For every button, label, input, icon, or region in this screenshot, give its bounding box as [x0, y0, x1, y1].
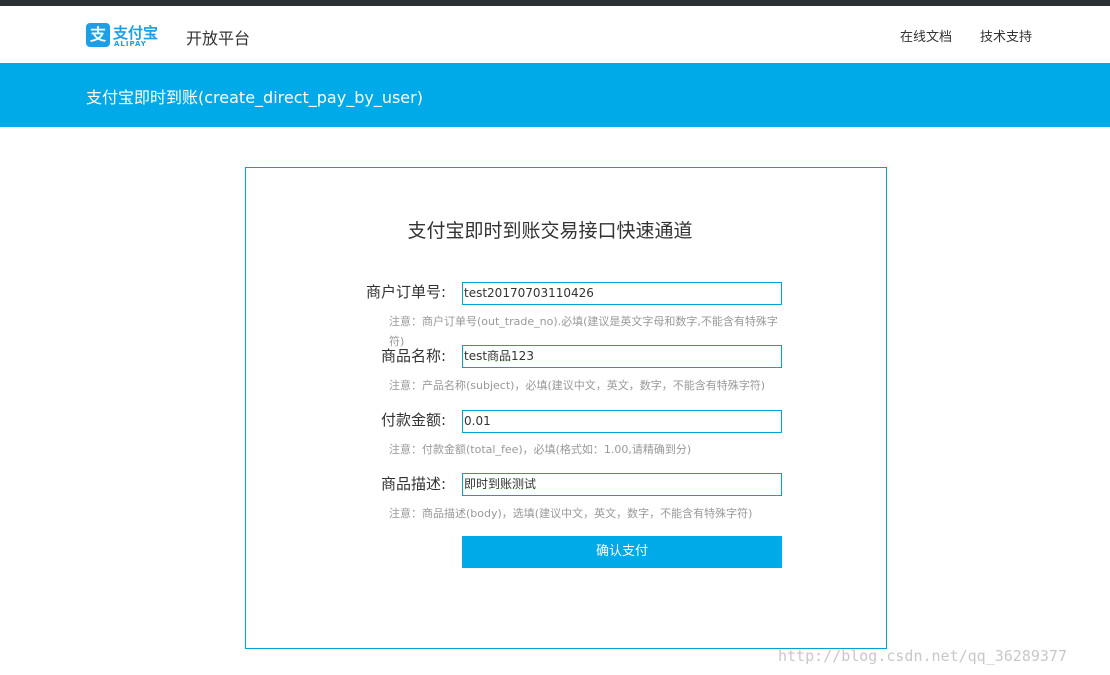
product-name-label: 商品名称: [380, 347, 446, 365]
nav-online-docs-link[interactable]: 在线文档 [900, 26, 952, 45]
payment-amount-note: 注意：付款金额(total_fee)，必填(格式如：1.00,请精确到分) [389, 443, 692, 456]
payment-amount-input[interactable]: 0.01 [462, 410, 782, 433]
watermark: http://blog.csdn.net/qq_36289377 [778, 647, 1067, 665]
confirm-payment-button[interactable]: 确认支付 [462, 536, 782, 568]
product-description-note: 注意：商品描述(body)，选填(建议中文，英文，数字，不能含有特殊字符) [389, 507, 753, 520]
order-number-input[interactable]: test20170703110426 [462, 282, 782, 305]
form-title: 支付宝即时到账交易接口快速通道 [407, 220, 693, 242]
alipay-logo[interactable]: 支 支付宝 ALIPAY [86, 23, 158, 49]
product-name-note: 注意：产品名称(subject)，必填(建议中文，英文，数字，不能含有特殊字符) [389, 379, 766, 392]
page-title: 支付宝即时到账(create_direct_pay_by_user) [86, 88, 423, 107]
product-description-label: 商品描述: [380, 475, 446, 493]
alipay-logo-icon: 支 [86, 23, 110, 47]
product-description-input[interactable]: 即时到账测试 [462, 473, 782, 496]
payment-amount-label: 付款金额: [380, 411, 446, 429]
product-name-input[interactable]: test商品123 [462, 345, 782, 368]
site-header: 支 支付宝 ALIPAY 开放平台 在线文档 技术支持 [0, 6, 1110, 63]
order-number-label: 商户订单号: [365, 283, 446, 301]
nav-tech-support-link[interactable]: 技术支持 [980, 26, 1032, 45]
platform-title: 开放平台 [186, 29, 251, 48]
payment-form-panel: 支付宝即时到账交易接口快速通道 商户订单号: test2017070311042… [245, 167, 887, 649]
page-banner: 支付宝即时到账(create_direct_pay_by_user) [0, 63, 1110, 127]
logo-text-en: ALIPAY [114, 40, 147, 48]
